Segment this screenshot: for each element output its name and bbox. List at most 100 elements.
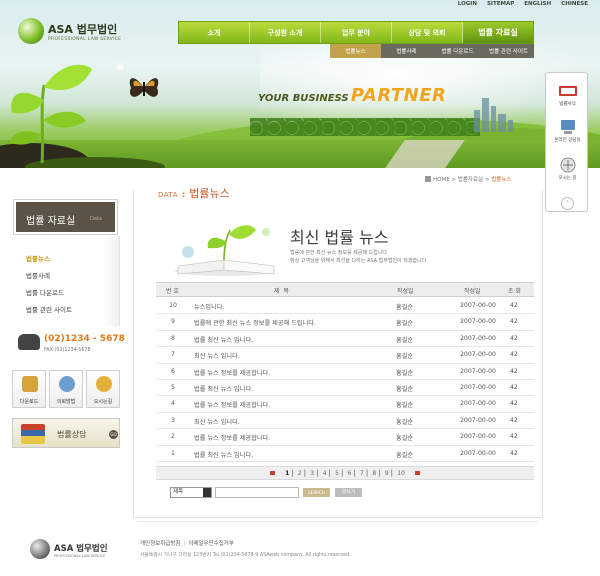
page-link-6[interactable]: 6 [348,467,352,480]
search-button[interactable]: SEARCH [303,488,330,497]
row-title-link[interactable]: 최신 뉴스 입니다. [194,351,240,360]
table-row[interactable]: 5 법률 최신 뉴스 입니다. 홍길순 2007-00-00 42 [156,380,534,397]
subnav-item-news[interactable]: 법률뉴스 [330,44,381,58]
sidebar-title-text: 법률 자료실 [26,216,76,227]
row-title-link[interactable]: 뉴스입니다. [194,302,224,311]
footer-address: 서울특별시 가나구 다라동 123번지 Tel.(01)234-5678-9 A… [140,553,351,558]
table-row[interactable]: 10 뉴스입니다. 홍길순 2007-00-00 42 [156,298,534,315]
row-date: 2007-00-00 [460,351,496,359]
search-input[interactable] [215,487,299,498]
row-author: 홍길순 [396,320,414,328]
page-link-4[interactable]: 4 [323,467,327,480]
util-chinese-link[interactable]: CHINESE [561,1,588,7]
subnav-item-cases[interactable]: 법률사례 [381,44,432,58]
sidebar-title: 법률 자료실 Data [14,200,117,234]
globe-logo-icon [18,18,44,44]
site-logo[interactable]: ASA 법무법인 PROFESSIONAL LAW SERVICE [18,18,128,48]
row-views: 42 [510,384,518,391]
nav-item-practice[interactable]: 업무 분야 [321,22,392,43]
write-button[interactable]: 글쓰기 [335,488,362,497]
quick-item-label: 온라인 상담실 [554,138,581,143]
row-views: 42 [510,449,518,457]
table-row[interactable]: 3 최신 뉴스 입니다. 홍길순 2007-00-00 42 [156,413,534,430]
table-row[interactable]: 1 법률 최신 뉴스 입니다. 홍길순 2007-00-00 42 [156,446,534,462]
row-author: 홍길순 [396,369,414,377]
page-link-9[interactable]: 9 [385,467,389,480]
row-title-link[interactable]: 법률 최신 뉴스 입니다. [194,335,253,344]
page-link-10[interactable]: 10 [397,467,405,480]
brand-tagline: PROFESSIONAL LAW SERVICE [48,37,122,42]
page-link-7[interactable]: 7 [360,467,364,480]
sidebar-item-cases[interactable]: 법률사례 [26,270,50,280]
row-number: 8 [171,334,175,342]
col-author: 작성일 [397,288,414,295]
directions-button[interactable]: 오시는길 [86,370,120,408]
quick-item-label: 법률서식 [559,102,576,107]
page-link-1[interactable]: 1 [285,467,289,480]
page-link-3[interactable]: 3 [310,467,314,480]
page-link-2[interactable]: 2 [298,467,302,480]
prev-page-button[interactable] [269,471,275,475]
page-link-5[interactable]: 5 [335,467,339,480]
row-date: 2007-00-00 [460,449,496,457]
computer-icon [560,120,575,134]
util-english-link[interactable]: ENGLISH [524,1,551,7]
row-title-link[interactable]: 법률 뉴스 정보를 제공합니다. [194,433,270,442]
search-field-select[interactable]: 제목 [170,487,212,498]
page-link-8[interactable]: 8 [372,467,376,480]
row-title-link[interactable]: 법률 뉴스 정보를 제공합니다. [194,368,270,377]
breadcrumb-home[interactable]: HOME [433,177,450,183]
table-row[interactable]: 9 법률에 관한 최신 뉴스 정보를 제공해 드립니다. 홍길순 2007-00-00… [156,314,534,331]
row-date: 2007-00-00 [460,367,496,375]
consult-banner[interactable]: 법률상담 GO [12,418,120,448]
sidebar-item-news[interactable]: 법률뉴스 [26,253,50,263]
util-login-link[interactable]: LOGIN [458,1,477,7]
sidebar-item-sites[interactable]: 법률 관련 사이트 [26,304,72,314]
row-number: 7 [171,351,175,359]
row-title-link[interactable]: 최신 뉴스 입니다. [194,417,240,426]
row-date: 2007-00-00 [460,318,496,326]
sidebar-title-en: Data [90,216,102,222]
home-icon [425,176,431,182]
globe-logo-icon [30,539,50,559]
row-title-link[interactable]: 법률 뉴스 정보를 제공합니다. [194,400,270,409]
nav-item-consult[interactable]: 상담 및 의뢰 [392,22,463,43]
table-row[interactable]: 6 법률 뉴스 정보를 제공합니다. 홍길순 2007-00-00 42 [156,364,534,380]
next-page-button[interactable] [415,471,421,475]
table-row[interactable]: 4 법률 뉴스 정보를 제공합니다. 홍길순 2007-00-00 42 [156,396,534,413]
sidebar-quick-icons: 다운로드 의뢰방법 오시는길 [12,370,122,408]
banner-city-icon [470,92,520,132]
table-row[interactable]: 2 법률 뉴스 정보를 제공합니다. 홍길순 2007-00-00 42 [156,429,534,446]
nav-item-about[interactable]: 소개 [179,22,250,43]
quick-item-forms[interactable]: 법률서식 [546,83,589,107]
util-sitemap-link[interactable]: SITEMAP [487,1,514,7]
search-bar: 제목 SEARCH 글쓰기 [170,487,370,499]
email-refusal-link[interactable]: 이메일무단수집거부 [188,541,234,547]
breadcrumb-library[interactable]: 법률자료실 [458,177,483,183]
row-title-link[interactable]: 법률에 관한 최신 뉴스 정보를 제공해 드립니다. [194,318,316,327]
subnav-item-download[interactable]: 법률 다운로드 [432,44,483,58]
request-method-button[interactable]: 의뢰방법 [49,370,83,408]
sub-nav: 법률뉴스 법률사례 법률 다운로드 법률 관련 사이트 [330,44,534,58]
row-date: 2007-00-00 [460,384,496,391]
quick-item-online-consult[interactable]: 온라인 상담실 [546,119,589,143]
request-method-label: 의뢰방법 [56,399,76,405]
privacy-policy-link[interactable]: 개인정보취급방침 [140,541,180,547]
table-row[interactable]: 8 법률 최신 뉴스 입니다. 홍길순 2007-00-00 42 [156,331,534,348]
subnav-item-sites[interactable]: 법률 관련 사이트 [483,44,534,58]
table-row[interactable]: 7 최신 뉴스 입니다. 홍길순 2007-00-00 42 [156,347,534,364]
nav-item-library[interactable]: 법률 자료실 [463,22,533,43]
quick-item-directions[interactable]: 오시는 길 [546,157,589,181]
sidebar-item-download[interactable]: 법률 다운로드 [26,287,64,297]
row-number: 10 [169,302,177,309]
scroll-top-button[interactable]: ⌃ [561,197,574,210]
footer-divider [138,521,538,522]
row-date: 2007-00-00 [460,400,496,408]
news-section-desc: 항상 고객님을 위해서 최선을 다하는 ASA 법무법인이 되겠습니다. [290,258,428,264]
chevron-down-icon [203,488,211,497]
download-button[interactable]: 다운로드 [12,370,46,408]
sidebar-menu: 법률뉴스 법률사례 법률 다운로드 법률 관련 사이트 [12,236,120,326]
nav-item-members[interactable]: 구성원 소개 [250,22,321,43]
row-title-link[interactable]: 법률 최신 뉴스 입니다. [194,384,253,393]
row-title-link[interactable]: 법률 최신 뉴스 입니다. [194,450,253,459]
